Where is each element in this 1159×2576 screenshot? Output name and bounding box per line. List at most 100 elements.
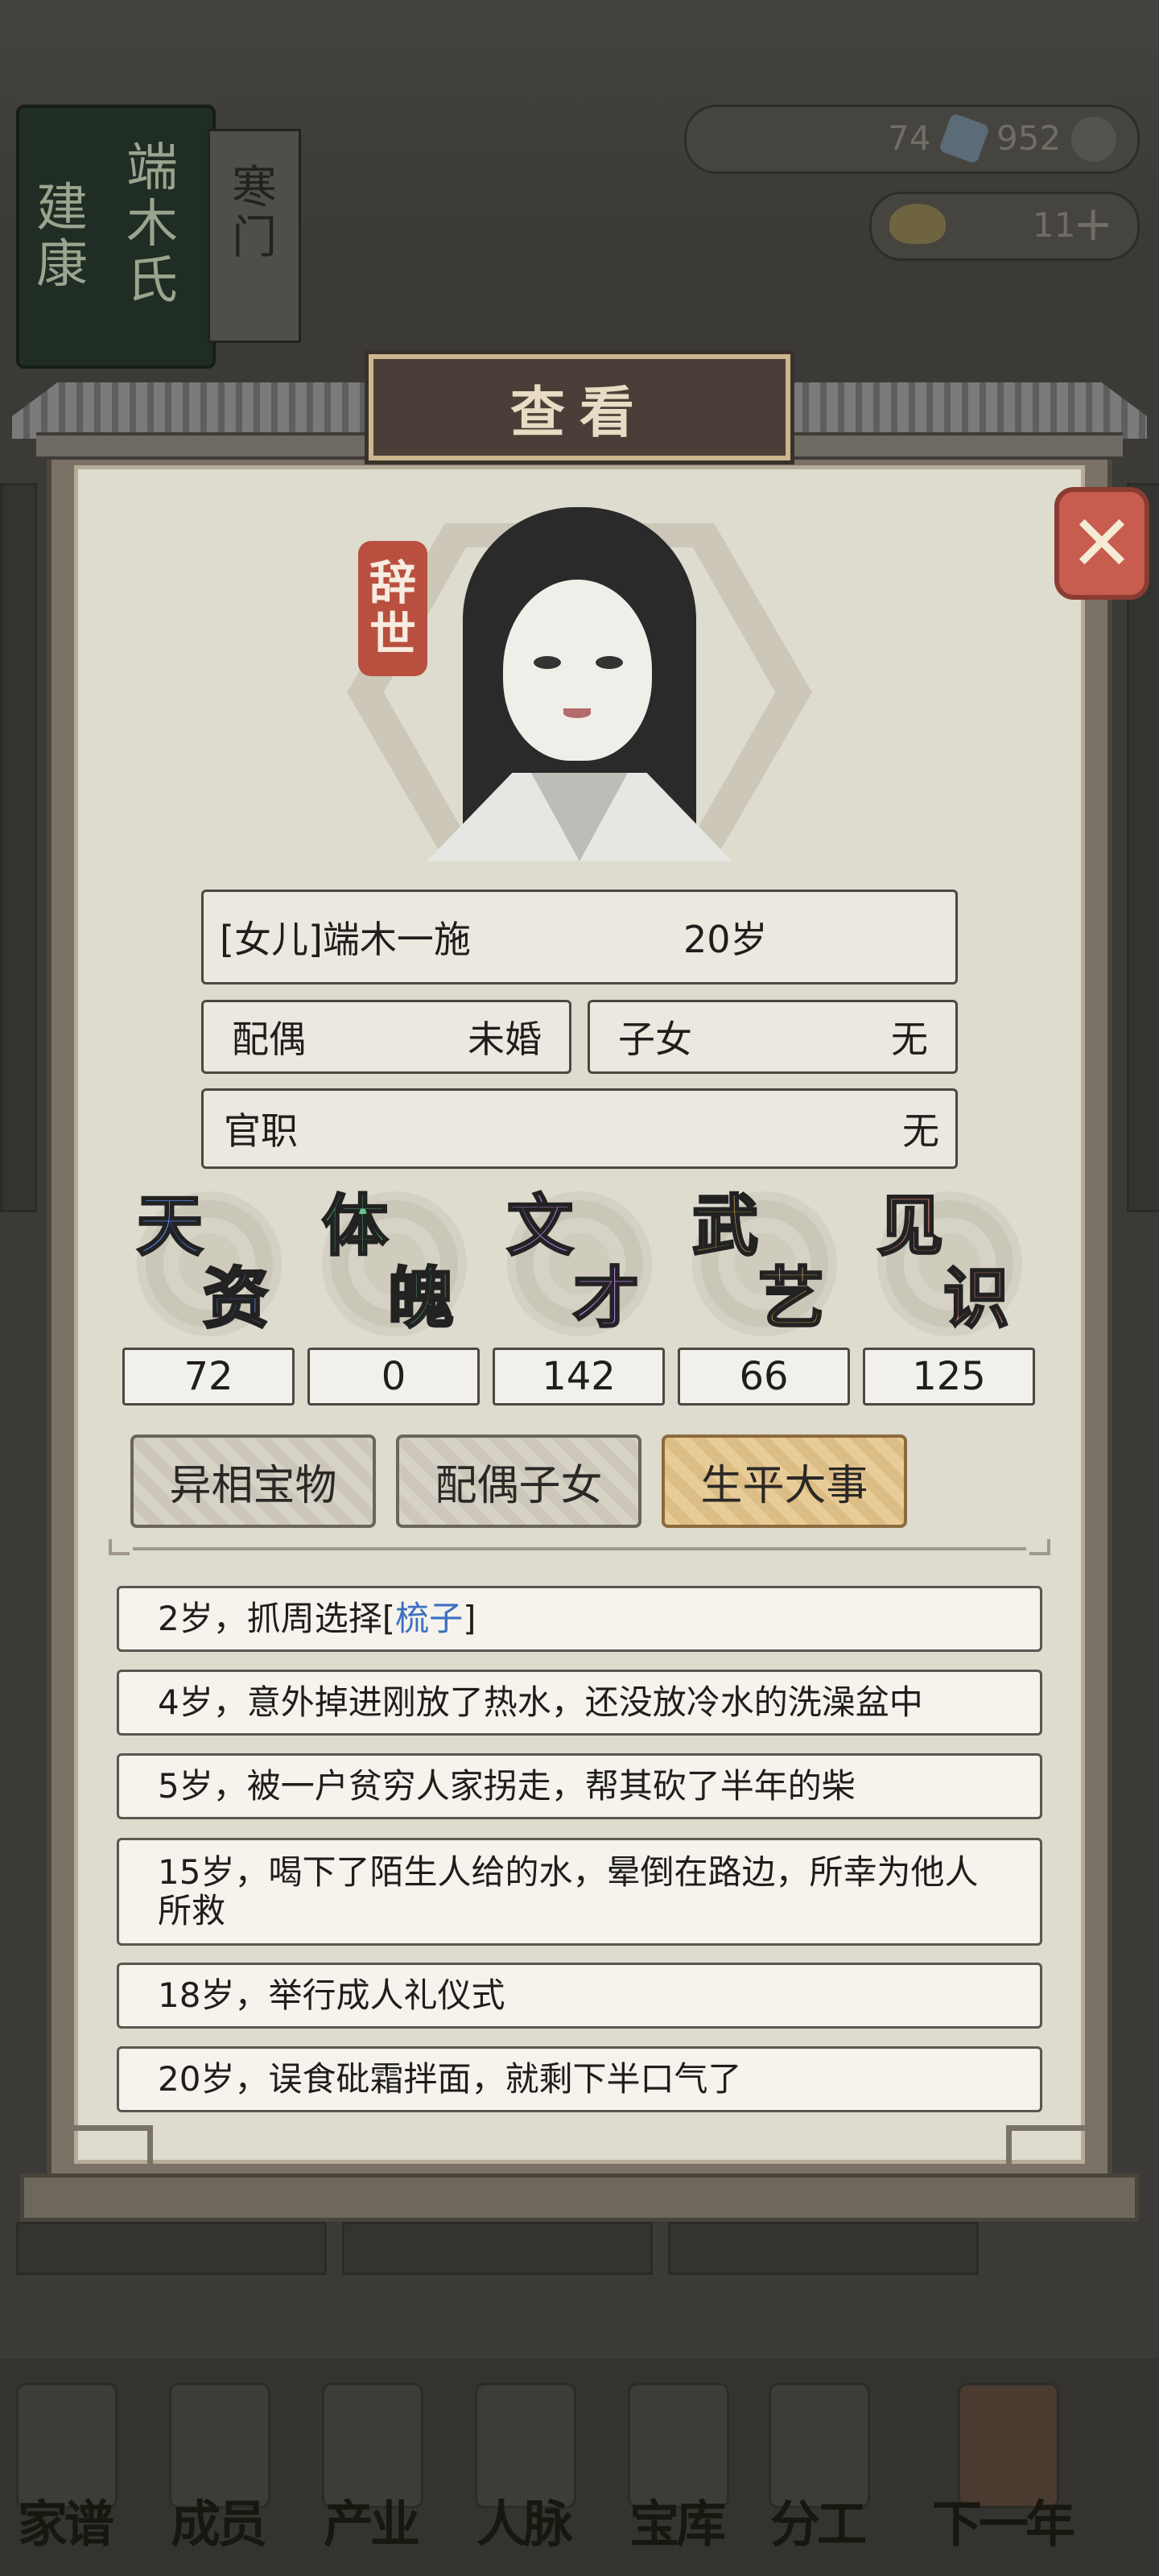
gold-bar: 11 + bbox=[869, 192, 1140, 261]
character-eye bbox=[534, 656, 561, 669]
gold-value: 11 bbox=[1033, 205, 1076, 245]
nav-label: 成员 bbox=[170, 2495, 267, 2553]
attr-char: 文 bbox=[505, 1187, 574, 1265]
attr-value-physique: 0 bbox=[307, 1348, 480, 1406]
family-banner: 建康 端木氏 寒门 bbox=[16, 105, 314, 370]
attr-literary: 文 才 bbox=[499, 1191, 660, 1344]
life-event: 5岁，被一户贫穷人家拐走，帮其砍了半年的柴 bbox=[117, 1753, 1042, 1819]
tab-life-events[interactable]: 生平大事 bbox=[662, 1435, 907, 1528]
attr-char: 魄 bbox=[386, 1260, 455, 1337]
dialog-title: 查看 bbox=[509, 381, 649, 445]
deceased-status-seal: 辞 世 bbox=[358, 541, 427, 676]
attr-physique: 体 魄 bbox=[314, 1191, 475, 1344]
attr-insight: 见 识 bbox=[869, 1191, 1030, 1344]
spouse-label: 配偶 bbox=[232, 1018, 306, 1061]
seal-char: 世 bbox=[369, 607, 416, 662]
nav-label: 产业 bbox=[323, 2495, 420, 2553]
silver-ingot-icon bbox=[938, 112, 991, 165]
life-event: 20岁，误食砒霜拌面，就剩下半口气了 bbox=[117, 2046, 1042, 2112]
event-text: 5岁，被一户贫穷人家拐走，帮其砍了半年的柴 bbox=[158, 1766, 856, 1806]
spouse-value: 未婚 bbox=[468, 1018, 542, 1061]
background-card bbox=[342, 2222, 653, 2275]
attr-martial: 武 艺 bbox=[684, 1191, 845, 1344]
attr-value-literary: 142 bbox=[493, 1348, 665, 1406]
nav-label: 家谱 bbox=[17, 2495, 114, 2553]
background-card bbox=[16, 2222, 327, 2275]
character-mouth bbox=[563, 708, 591, 718]
nav-label: 宝库 bbox=[629, 2495, 726, 2553]
office-label: 官职 bbox=[224, 1109, 298, 1153]
office-value: 无 bbox=[902, 1109, 939, 1153]
dialog-base bbox=[20, 2174, 1139, 2222]
identity-row: [女儿]端木一施 20岁 bbox=[201, 890, 958, 985]
family-rank: 寒门 bbox=[232, 162, 277, 264]
office-row: 官职 无 bbox=[201, 1088, 958, 1169]
life-event: 15岁，喝下了陌生人给的水，晕倒在路边，所幸为他人所救 bbox=[117, 1838, 1042, 1946]
nav-connections[interactable]: 人脉 bbox=[467, 2383, 580, 2553]
nav-label: 人脉 bbox=[476, 2495, 573, 2553]
attr-char: 武 bbox=[691, 1187, 759, 1265]
background-card bbox=[668, 2222, 979, 2275]
attr-value-martial: 66 bbox=[678, 1348, 850, 1406]
life-event-text: 2岁，抓周选择[梳子] bbox=[158, 1600, 476, 1638]
nav-property[interactable]: 产业 bbox=[314, 2383, 427, 2553]
nav-family-tree[interactable]: 家谱 bbox=[8, 2383, 121, 2553]
children-row: 子女 无 bbox=[588, 1000, 958, 1074]
character-eye bbox=[596, 656, 623, 669]
currency-value-right: 952 bbox=[996, 118, 1062, 158]
life-event-text: 20岁，误食砒霜拌面，就剩下半口气了 bbox=[158, 2060, 741, 2099]
children-label: 子女 bbox=[618, 1018, 692, 1061]
attr-char: 天 bbox=[135, 1187, 204, 1265]
clan-name: 建康 bbox=[36, 179, 88, 295]
close-button[interactable]: ✕ bbox=[1054, 487, 1149, 600]
family-rank-tag: 寒门 bbox=[208, 129, 301, 343]
event-text: 15岁，喝下了陌生人给的水，晕倒在路边，所幸为他人所救 bbox=[158, 1852, 979, 1930]
life-event-text: 15岁，喝下了陌生人给的水，晕倒在路边，所幸为他人所救 bbox=[158, 1853, 1001, 1930]
nav-assign[interactable]: 分工 bbox=[761, 2383, 873, 2553]
character-name: [女儿]端木一施 bbox=[220, 918, 471, 961]
close-x-icon: ✕ bbox=[1069, 498, 1135, 588]
tab-treasures[interactable]: 异相宝物 bbox=[130, 1435, 376, 1528]
nav-next-year[interactable]: 下一年 bbox=[909, 2383, 1095, 2553]
life-event: 18岁，举行成人礼仪式 bbox=[117, 1963, 1042, 2029]
life-event-text: 5岁，被一户贫穷人家拐走，帮其砍了半年的柴 bbox=[158, 1767, 856, 1806]
nav-treasury[interactable]: 宝库 bbox=[620, 2383, 732, 2553]
seal-char: 辞 bbox=[369, 555, 416, 610]
spouse-row: 配偶 未婚 bbox=[201, 1000, 571, 1074]
nav-members[interactable]: 成员 bbox=[161, 2383, 274, 2553]
attr-char: 才 bbox=[571, 1260, 640, 1337]
event-text: 18岁，举行成人礼仪式 bbox=[158, 1975, 505, 2015]
character-face bbox=[503, 580, 652, 761]
divider-line bbox=[133, 1547, 1026, 1550]
add-gold-icon[interactable]: + bbox=[1073, 196, 1113, 252]
life-event-text: 4岁，意外掉进刚放了热水，还没放冷水的洗澡盆中 bbox=[158, 1683, 923, 1722]
divider-corner bbox=[109, 1539, 130, 1555]
event-text: 20岁，误食砒霜拌面，就剩下半口气了 bbox=[158, 2059, 742, 2099]
tab-spouse-children[interactable]: 配偶子女 bbox=[396, 1435, 641, 1528]
attr-char: 资 bbox=[201, 1260, 270, 1337]
life-event: 2岁，抓周选择[梳子] bbox=[117, 1586, 1042, 1652]
currency-bar: 74 952 bbox=[684, 105, 1140, 174]
copper-coin-icon bbox=[1071, 117, 1116, 162]
attr-char: 体 bbox=[320, 1187, 389, 1265]
family-name: 端木氏 bbox=[126, 138, 178, 311]
currency-value-left: 74 bbox=[888, 118, 931, 158]
dialog-title-plaque: 查看 bbox=[365, 350, 794, 464]
life-event-text: 18岁，举行成人礼仪式 bbox=[158, 1976, 505, 2015]
attr-char: 艺 bbox=[757, 1260, 825, 1337]
attr-value-talent: 72 bbox=[122, 1348, 295, 1406]
event-text: ] bbox=[463, 1599, 476, 1638]
children-value: 无 bbox=[891, 1018, 928, 1061]
attr-talent: 天 资 bbox=[129, 1191, 290, 1344]
attr-char: 见 bbox=[876, 1187, 944, 1265]
divider-corner bbox=[1029, 1539, 1050, 1555]
life-event: 4岁，意外掉进刚放了热水，还没放冷水的洗澡盆中 bbox=[117, 1670, 1042, 1736]
gold-ingot-icon bbox=[889, 204, 946, 244]
nav-label: 下一年 bbox=[931, 2495, 1075, 2553]
section-divider bbox=[109, 1539, 1050, 1558]
family-banner-plaque: 建康 端木氏 bbox=[16, 105, 216, 369]
event-item-link: 梳子 bbox=[395, 1599, 464, 1638]
event-text: 2岁，抓周选择[ bbox=[158, 1599, 396, 1638]
attr-char: 识 bbox=[942, 1260, 1010, 1337]
background-side-panel bbox=[0, 483, 37, 1212]
